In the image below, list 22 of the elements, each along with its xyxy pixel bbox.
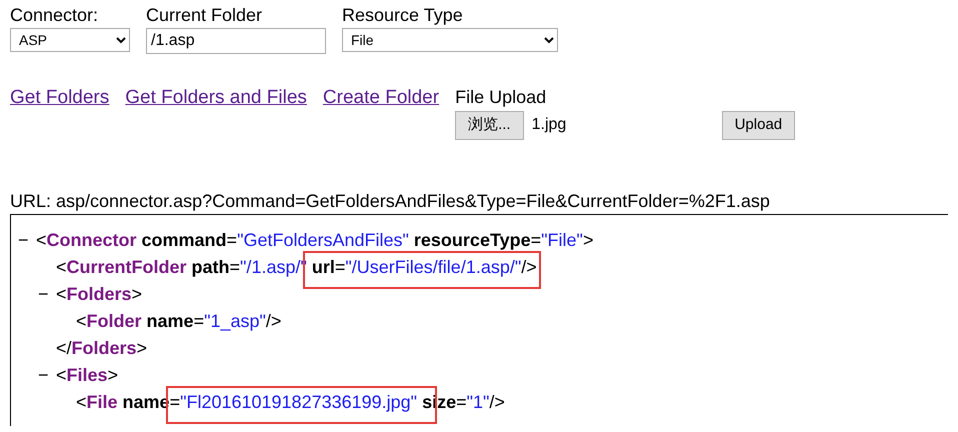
xml-line: </Folders> [56, 336, 148, 360]
xml-line: <Folder name="1_asp"/> [76, 310, 282, 333]
dropdown[interactable]: File [342, 28, 558, 52]
collapse-toggle[interactable]: − [18, 230, 29, 250]
xml-line: <Files> [56, 364, 118, 386]
xml-line: <Connector command="GetFoldersAndFiles" resourceType="File"> [36, 228, 594, 252]
command-link[interactable]: Create Folder [322, 84, 440, 112]
collapse-toggle[interactable]: − [38, 284, 49, 304]
dropdown[interactable]: ASP [10, 28, 130, 52]
browse-button[interactable]: 浏览... [455, 111, 524, 140]
field-label: Connector: [10, 4, 100, 26]
collapse-toggle[interactable]: − [38, 364, 49, 384]
command-link[interactable]: Get Folders and Files [125, 84, 307, 112]
upload-button[interactable]: Upload [722, 111, 796, 140]
xml-line: <Folders> [56, 282, 142, 306]
upload-label: File Upload [455, 86, 548, 109]
url-text: URL: asp/connector.asp?Command=GetFoldersAndFiles&Type=File&CurrentFolder=%2F1.asp [10, 190, 771, 212]
input-field[interactable]: /1.asp [146, 28, 326, 54]
field-label: Current Folder [146, 4, 264, 26]
command-link[interactable]: Get Folders [10, 84, 110, 112]
file-name: 1.jpg [532, 115, 568, 136]
field-label: Resource Type [342, 4, 464, 26]
